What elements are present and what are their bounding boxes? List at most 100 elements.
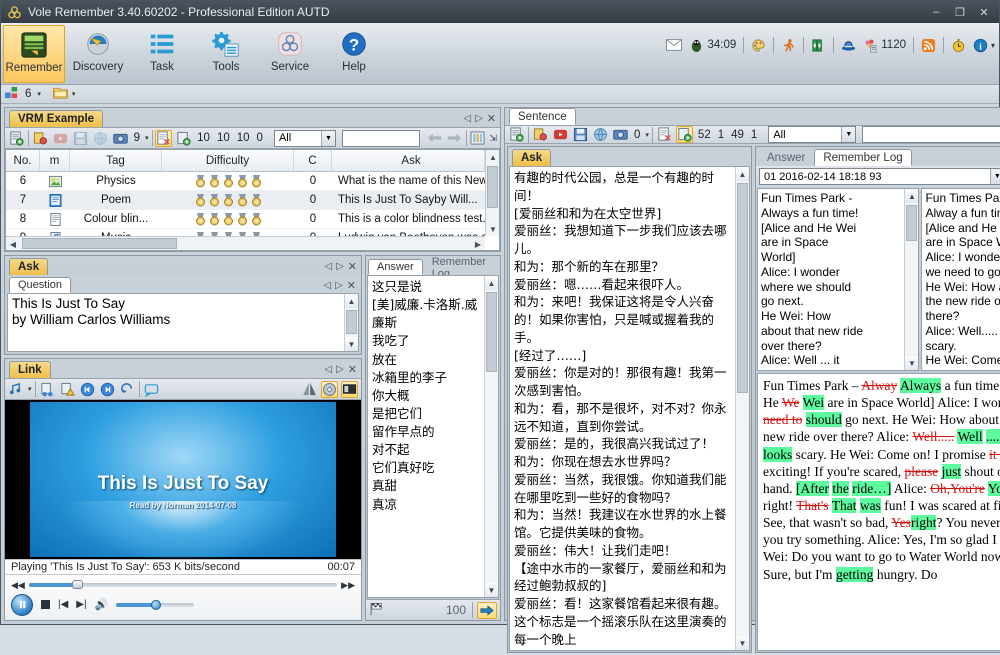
vrm-filter-select[interactable]: All ▼ xyxy=(274,130,336,147)
tab-link[interactable]: Link xyxy=(9,361,51,378)
answer-scrollbar[interactable]: ▲ ▼ xyxy=(484,276,498,597)
ribbon-button-help[interactable]: ? Help xyxy=(323,25,385,83)
log-left-thumb[interactable] xyxy=(906,205,917,241)
new-record-icon-2[interactable] xyxy=(508,126,525,143)
log-right-box[interactable]: Fun Times Park - Alway a fun time! [Alic… xyxy=(921,188,1000,371)
close-panel-icon-4[interactable]: ✕ xyxy=(348,363,357,376)
chevron-down-icon-7[interactable]: ▼ xyxy=(841,127,855,142)
answer-textarea[interactable]: 这只是说 [美]威廉.卡洛斯.威廉斯 我吃了 放在 冰箱里的李子 你大概 是把它… xyxy=(367,275,499,598)
pause-button[interactable] xyxy=(11,594,33,616)
save-icon-2[interactable] xyxy=(572,126,589,143)
forward-arrow-icon[interactable] xyxy=(446,130,463,147)
subtitle-icon[interactable] xyxy=(143,381,160,398)
log-left-scrollbar[interactable]: ▲ ▼ xyxy=(904,189,918,370)
scroll-down-icon-2[interactable]: ▼ xyxy=(345,337,358,351)
next-icon-3[interactable]: ▷ xyxy=(335,280,343,291)
scroll-up-icon-5[interactable]: ▲ xyxy=(905,189,918,203)
export-icon-2[interactable] xyxy=(532,126,549,143)
table-row[interactable]: 8Colour blin...0This is a color blindnes… xyxy=(6,210,485,229)
loop-icon[interactable] xyxy=(119,381,136,398)
scroll-right-icon[interactable]: ▶ xyxy=(471,237,485,251)
skip-forward-icon[interactable] xyxy=(99,381,116,398)
rewind-icon[interactable]: ◀◀ xyxy=(11,580,25,591)
grid-vertical-scrollbar[interactable]: ▲ ▼ xyxy=(485,150,499,236)
books-icon[interactable] xyxy=(811,38,826,53)
volume-icon[interactable]: 🔊 xyxy=(95,598,109,611)
mail-icon[interactable] xyxy=(666,39,682,51)
maximize-button[interactable]: ❐ xyxy=(949,3,971,21)
sentence-ask-thumb[interactable] xyxy=(737,183,748,393)
add-item-icon-2[interactable] xyxy=(676,126,693,143)
review-icon[interactable] xyxy=(155,130,172,147)
tab-sentence[interactable]: Sentence xyxy=(509,108,576,125)
grid-h-thumb[interactable] xyxy=(22,238,177,249)
skip-back-icon[interactable] xyxy=(79,381,96,398)
globe-icon[interactable] xyxy=(92,130,109,147)
tab-sentence-ask[interactable]: Ask xyxy=(512,149,551,166)
seek-slider[interactable] xyxy=(29,583,337,587)
export-icon[interactable] xyxy=(32,130,49,147)
camera-icon[interactable] xyxy=(112,130,129,147)
close-panel-icon-2[interactable]: ✕ xyxy=(348,260,357,273)
flower-icon[interactable]: 1120 xyxy=(863,38,906,53)
sentence-search-input[interactable] xyxy=(862,126,1000,143)
add-item-icon[interactable] xyxy=(175,130,192,147)
grid-v-thumb[interactable] xyxy=(487,166,498,208)
scroll-left-icon[interactable]: ◀ xyxy=(6,237,20,251)
diff-box[interactable]: Fun Times Park – Alway Always a fun time… xyxy=(757,373,1000,651)
minimize-button[interactable]: – xyxy=(925,3,947,21)
finish-flag-icon[interactable] xyxy=(369,602,384,619)
volume-slider[interactable] xyxy=(116,603,194,607)
col-difficulty[interactable]: Difficulty xyxy=(162,150,294,171)
chevron-down-icon-3[interactable]: ▾ xyxy=(145,134,149,142)
question-scrollbar[interactable]: ▲ ▼ xyxy=(344,294,358,351)
previous-button[interactable]: |◀ xyxy=(58,599,68,610)
camera-icon-2[interactable] xyxy=(612,126,629,143)
sentence-ask-scrollbar[interactable]: ▲ ▼ xyxy=(735,167,749,650)
tab-remember-log[interactable]: Remember Log xyxy=(423,259,500,275)
video-player[interactable]: This Is Just To Say Read by Norman 2014-… xyxy=(5,400,361,559)
close-button[interactable]: ✕ xyxy=(973,3,995,21)
volume-knob[interactable] xyxy=(151,600,161,610)
question-thumb[interactable] xyxy=(346,310,357,334)
chevron-down-icon[interactable]: ▾ xyxy=(37,90,41,98)
scroll-down-icon-4[interactable]: ▼ xyxy=(736,636,749,650)
tab-vrm-example[interactable]: VRM Example xyxy=(9,110,103,127)
network-icon[interactable] xyxy=(5,86,19,102)
question-textarea[interactable]: This Is Just To Say by William Carlos Wi… xyxy=(7,293,359,352)
scroll-up-icon-3[interactable]: ▲ xyxy=(485,276,498,290)
hat-icon[interactable] xyxy=(841,38,856,53)
runner-icon[interactable] xyxy=(781,38,796,53)
stop-button[interactable] xyxy=(41,600,50,609)
ribbon-button-task[interactable]: Task xyxy=(131,25,193,83)
chevron-down-icon-2[interactable]: ▾ xyxy=(72,90,76,98)
col-no[interactable]: No. xyxy=(6,150,40,171)
scroll-up-icon[interactable]: ▲ xyxy=(486,150,500,164)
scroll-up-icon-4[interactable]: ▲ xyxy=(736,167,749,181)
chevron-down-icon-8[interactable]: ▼ xyxy=(990,169,1000,184)
link-warning-icon[interactable] xyxy=(59,381,76,398)
flip-icon[interactable] xyxy=(301,381,318,398)
ribbon-button-service[interactable]: Service xyxy=(259,25,321,83)
scroll-up-icon-2[interactable]: ▲ xyxy=(345,294,358,308)
new-record-icon[interactable] xyxy=(8,130,25,147)
review-icon-2[interactable] xyxy=(656,126,673,143)
log-session-select[interactable]: 01 2016-02-14 18:18 93 ▼ xyxy=(759,168,1000,185)
next-icon-4[interactable]: ▷ xyxy=(336,364,344,375)
next-icon-2[interactable]: ▷ xyxy=(336,261,344,272)
tab-answer-right[interactable]: Answer xyxy=(758,149,814,166)
grid-horizontal-scrollbar[interactable]: ◀ ▶ xyxy=(6,236,485,250)
prev-icon-3[interactable]: ◁ xyxy=(323,280,331,291)
prev-icon-4[interactable]: ◁ xyxy=(324,364,332,375)
save-icon[interactable] xyxy=(72,130,89,147)
chevron-down-icon-6[interactable]: ▾ xyxy=(645,131,649,139)
table-row[interactable]: 6Physics0What is the name of this Newton… xyxy=(6,172,485,191)
next-icon[interactable]: ▷ xyxy=(475,113,483,124)
rss-icon[interactable] xyxy=(921,38,936,53)
go-next-button[interactable] xyxy=(477,602,497,619)
tab-answer[interactable]: Answer xyxy=(368,259,423,275)
answer-thumb[interactable] xyxy=(486,292,497,372)
folder-icon[interactable] xyxy=(53,86,68,102)
col-tag[interactable]: Tag xyxy=(70,150,162,171)
sentence-filter-select[interactable]: All ▼ xyxy=(768,126,856,143)
